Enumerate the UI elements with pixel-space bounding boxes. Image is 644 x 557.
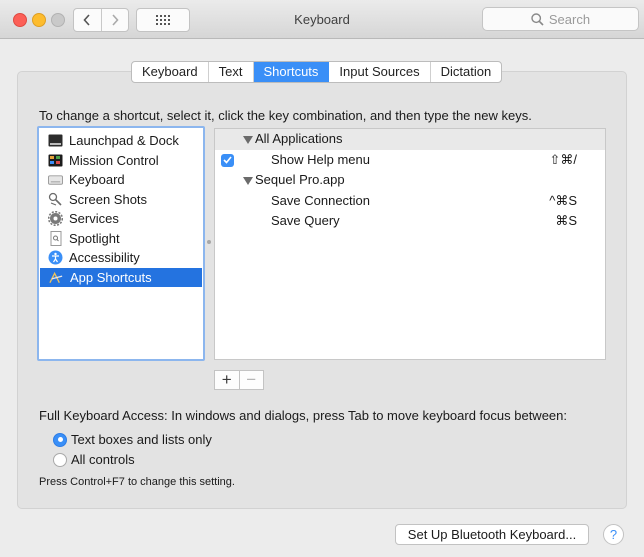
shortcut-category-list[interactable]: Launchpad & Dock Mission Control Keyboar… [37, 126, 205, 361]
disclosure-triangle-icon[interactable] [243, 136, 253, 144]
category-label: App Shortcuts [70, 269, 152, 285]
category-label: Spotlight [69, 230, 120, 246]
shortcut-row-save-connection[interactable]: Save Connection ^⌘S [215, 191, 605, 212]
category-launchpad-dock[interactable]: Launchpad & Dock [39, 131, 203, 151]
instructions-text: To change a shortcut, select it, click t… [39, 108, 532, 123]
shortcut-name: Save Query [271, 213, 340, 228]
checkmark-icon [223, 156, 232, 164]
split-view-divider[interactable] [207, 240, 211, 244]
shortcut-keys[interactable]: ⌘S [555, 211, 577, 232]
shortcuts-table[interactable]: All Applications Show Help menu ⇧⌘/ Sequ… [214, 128, 606, 360]
category-label: Launchpad & Dock [69, 133, 179, 149]
radio-button[interactable] [53, 452, 67, 467]
search-icon [531, 12, 544, 26]
remove-shortcut-button[interactable]: − [240, 370, 264, 389]
tab-text[interactable]: Text [209, 62, 254, 82]
group-row-all-applications[interactable]: All Applications [215, 129, 605, 150]
keyboard-access-hint: Press Control+F7 to change this setting. [39, 476, 235, 488]
category-keyboard[interactable]: Keyboard [39, 170, 203, 190]
shortcut-enabled-checkbox[interactable] [221, 153, 234, 167]
help-button[interactable]: ? [603, 524, 624, 545]
spotlight-icon [48, 230, 63, 246]
tab-input-sources[interactable]: Input Sources [329, 62, 431, 82]
category-label: Keyboard [69, 172, 125, 188]
tab-keyboard[interactable]: Keyboard [132, 62, 209, 82]
category-label: Services [69, 211, 119, 227]
title-bar: Keyboard Search [0, 0, 644, 39]
category-app-shortcuts[interactable]: App Shortcuts [40, 267, 202, 287]
shortcut-row-show-help-menu[interactable]: Show Help menu ⇧⌘/ [215, 150, 605, 171]
category-services[interactable]: Services [39, 209, 203, 229]
category-spotlight[interactable]: Spotlight [39, 229, 203, 249]
accessibility-icon [48, 250, 63, 265]
category-label: Mission Control [69, 152, 159, 168]
disclosure-triangle-icon[interactable] [243, 177, 253, 185]
category-accessibility[interactable]: Accessibility [39, 248, 203, 268]
category-screen-shots[interactable]: Screen Shots [39, 190, 203, 210]
category-label: Accessibility [69, 250, 140, 266]
launchpad-dock-icon [48, 133, 63, 148]
radio-label: All controls [71, 452, 135, 467]
app-shortcuts-icon [49, 270, 64, 285]
add-remove-buttons: + − [214, 370, 264, 390]
search-placeholder: Search [548, 11, 591, 27]
category-label: Screen Shots [69, 191, 148, 207]
category-mission-control[interactable]: Mission Control [39, 151, 203, 171]
shortcut-name: Save Connection [271, 192, 371, 208]
radio-text-boxes-lists[interactable]: Text boxes and lists only [53, 432, 212, 447]
gear-icon [48, 211, 63, 227]
group-name: Sequel Pro.app [255, 172, 345, 187]
add-shortcut-button[interactable]: + [215, 370, 240, 389]
radio-label: Text boxes and lists only [71, 432, 212, 447]
group-name: All Applications [255, 131, 343, 146]
shortcut-row-save-query[interactable]: Save Query ⌘S [215, 211, 605, 232]
full-keyboard-access-label: Full Keyboard Access: In windows and dia… [39, 408, 567, 423]
tab-shortcuts[interactable]: Shortcuts [253, 62, 330, 82]
radio-button-selected[interactable] [53, 432, 67, 447]
shortcut-keys[interactable]: ⇧⌘/ [549, 150, 577, 171]
screenshot-icon [48, 192, 63, 207]
setup-bluetooth-keyboard-button[interactable]: Set Up Bluetooth Keyboard... [395, 524, 589, 545]
tab-bar: Keyboard Text Shortcuts Input Sources Di… [131, 61, 503, 83]
shortcut-name: Show Help menu [271, 151, 370, 167]
shortcut-keys[interactable]: ^⌘S [549, 191, 577, 212]
tab-dictation[interactable]: Dictation [431, 62, 502, 82]
keyboard-icon [48, 172, 63, 187]
group-row-sequel-pro[interactable]: Sequel Pro.app [215, 170, 605, 191]
search-input[interactable]: Search [482, 7, 639, 31]
radio-all-controls[interactable]: All controls [53, 452, 135, 467]
mission-control-icon [48, 153, 63, 168]
